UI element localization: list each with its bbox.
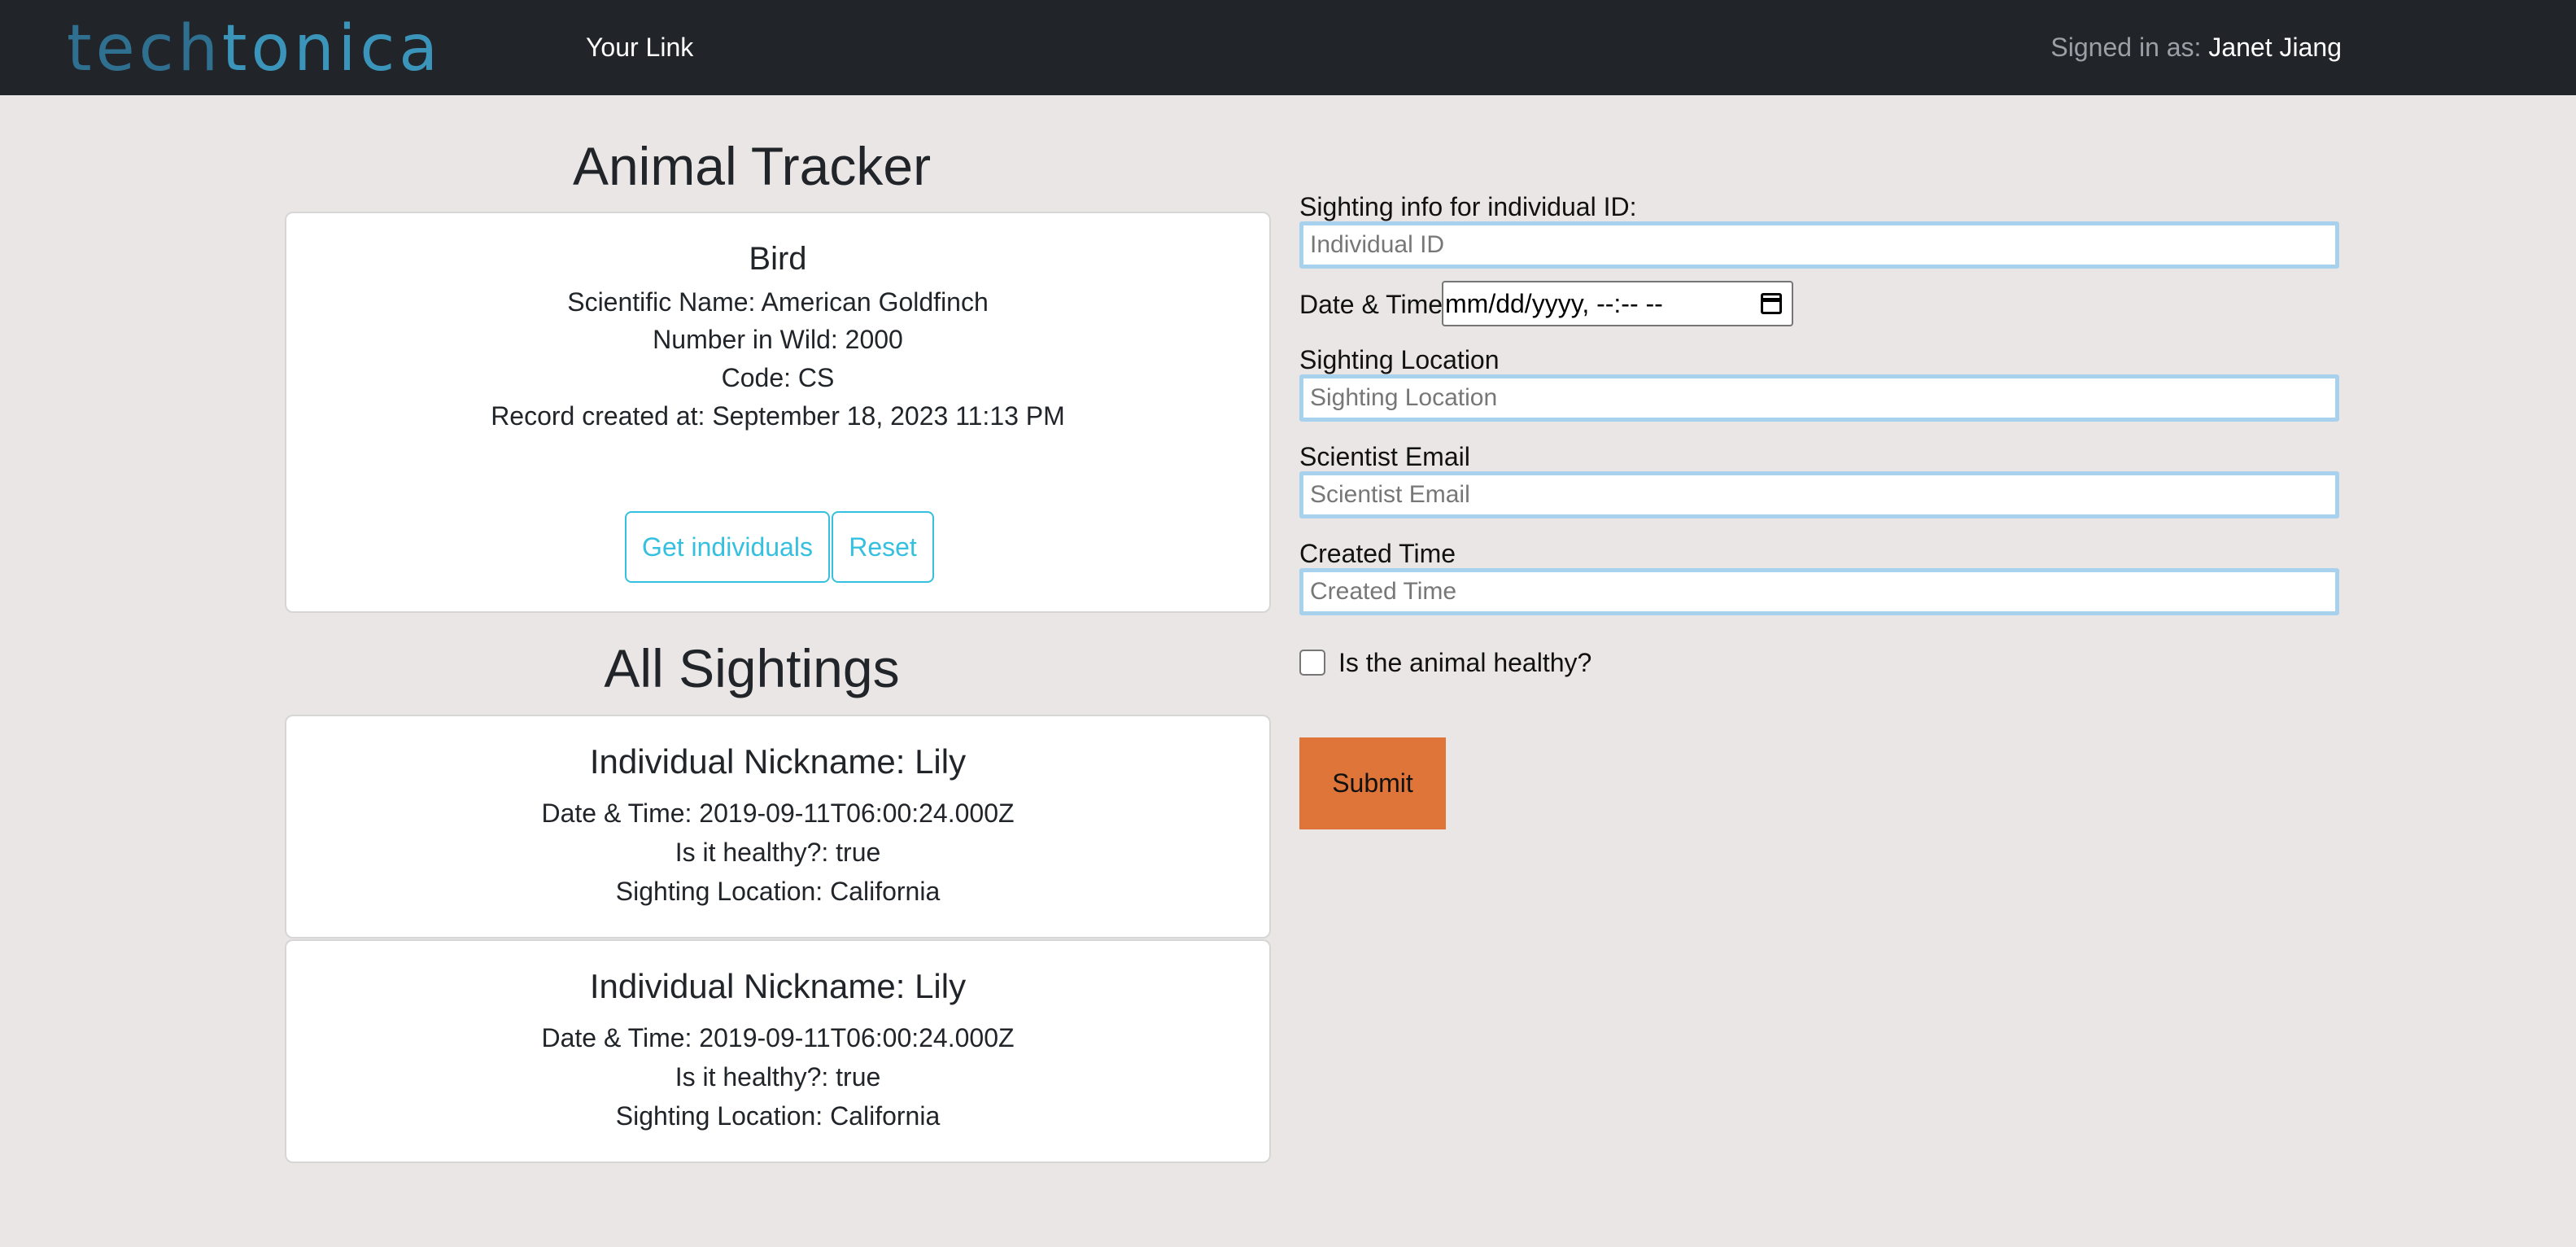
sightings-heading: All Sightings	[604, 638, 900, 698]
scientist-email-label: Scientist Email	[1299, 442, 1470, 471]
brand-logo[interactable]: techtonica	[67, 8, 442, 85]
created-time-label: Created Time	[1299, 539, 1456, 568]
created-time-input[interactable]	[1299, 568, 2339, 615]
sighting-location-input[interactable]	[1299, 374, 2339, 422]
sighting-location-label: Sighting Location	[1299, 345, 1500, 374]
sighting-location: Sighting Location: California	[615, 877, 941, 906]
sighting-healthy: Is it healthy?: true	[675, 1062, 881, 1092]
signed-in-status: Signed in as: Janet Jiang	[2050, 31, 2342, 63]
calendar-icon[interactable]	[1761, 293, 1782, 314]
page-title: Animal Tracker	[572, 136, 932, 196]
sighting-datetime: Date & Time: 2019-09-11T06:00:24.000Z	[541, 799, 1015, 828]
datetime-input[interactable]: mm/dd/yyyy, --:-- --	[1442, 281, 1793, 326]
species-scientific-name: Scientific Name: American Goldfinch	[567, 287, 989, 317]
sighting-datetime: Date & Time: 2019-09-11T06:00:24.000Z	[541, 1023, 1015, 1052]
sighting-healthy: Is it healthy?: true	[675, 838, 881, 867]
get-individuals-button[interactable]: Get individuals	[625, 511, 830, 583]
brand-logo-part2: tonica	[221, 12, 442, 85]
nav-link-your-link[interactable]: Your Link	[586, 31, 693, 63]
scientist-email-input[interactable]	[1299, 471, 2339, 518]
species-name: Bird	[749, 241, 807, 277]
sighting-location: Sighting Location: California	[615, 1101, 941, 1131]
healthy-checkbox[interactable]	[1299, 650, 1325, 676]
species-card: Bird Scientific Name: American Goldfinch…	[285, 212, 1271, 613]
sighting-nickname: Individual Nickname: Lily	[589, 742, 967, 781]
datetime-label: Date & Time	[1299, 290, 1443, 319]
sighting-card: Individual Nickname: Lily Date & Time: 2…	[285, 939, 1271, 1163]
sighting-nickname: Individual Nickname: Lily	[589, 967, 967, 1005]
submit-button[interactable]: Submit	[1299, 737, 1446, 829]
healthy-checkbox-label[interactable]: Is the animal healthy?	[1338, 648, 1591, 678]
individual-id-input[interactable]	[1299, 221, 2339, 269]
individual-id-label: Sighting info for individual ID:	[1299, 192, 1637, 221]
datetime-value: mm/dd/yyyy, --:-- --	[1445, 289, 1663, 318]
brand-logo-part1: tech	[67, 12, 222, 85]
sighting-card: Individual Nickname: Lily Date & Time: 2…	[285, 715, 1271, 939]
reset-button[interactable]: Reset	[832, 511, 934, 583]
species-number-in-wild: Number in Wild: 2000	[653, 325, 903, 354]
species-code: Code: CS	[721, 363, 835, 392]
species-created-at: Record created at: September 18, 2023 11…	[491, 401, 1065, 431]
signed-in-label: Signed in as:	[2050, 33, 2202, 62]
signed-in-user[interactable]: Janet Jiang	[2208, 33, 2342, 62]
top-navbar: techtonica Your Link Signed in as: Janet…	[0, 0, 2576, 95]
